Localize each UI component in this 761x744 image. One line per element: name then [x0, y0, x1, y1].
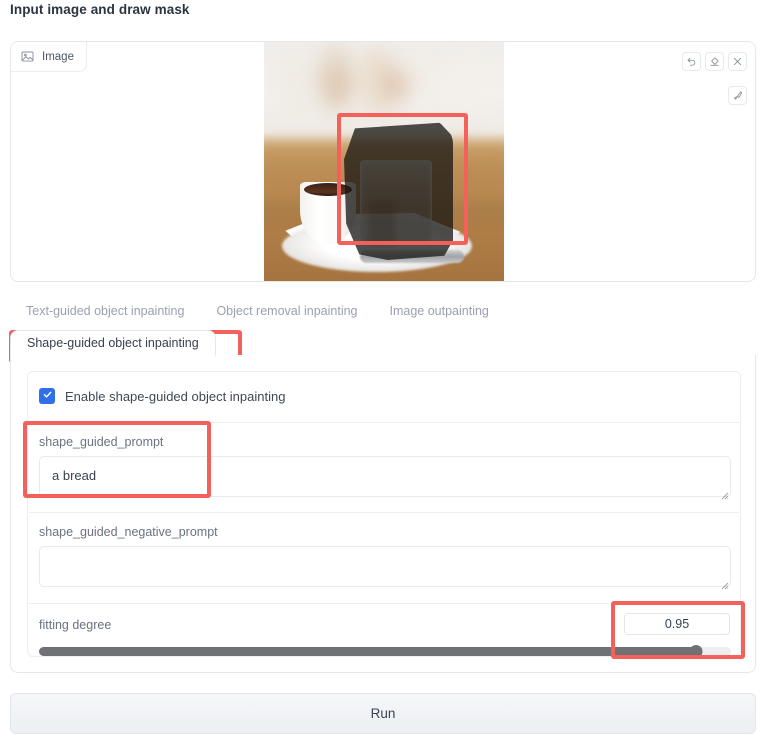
shape-guided-prompt-input[interactable] [39, 456, 731, 497]
mode-tabs-row-2: Shape-guided object inpainting [10, 330, 216, 356]
slider-thumb[interactable] [689, 645, 703, 658]
run-button[interactable]: Run [10, 693, 756, 734]
fitting-degree-slider[interactable] [39, 645, 731, 658]
tab-object-removal-inpainting[interactable]: Object removal inpainting [200, 300, 373, 322]
app-root: Input image and draw mask Image Text-gui… [0, 0, 761, 744]
tab-shape-guided-object-inpainting[interactable]: Shape-guided object inpainting [10, 330, 216, 356]
image-input-panel[interactable]: Image [10, 41, 756, 282]
undo-icon [686, 56, 697, 67]
enable-shape-guided-label: Enable shape-guided object inpainting [65, 388, 286, 404]
enable-shape-guided-row[interactable]: Enable shape-guided object inpainting [39, 383, 285, 409]
tab-text-guided-object-inpainting[interactable]: Text-guided object inpainting [10, 300, 200, 322]
undo-button[interactable] [682, 52, 701, 71]
check-icon [42, 387, 53, 405]
shape-guided-prompt-field: shape_guided_prompt [39, 435, 731, 502]
close-icon [732, 56, 743, 67]
image-toolbar [682, 52, 747, 71]
divider-1 [29, 422, 739, 423]
mode-tabs: Text-guided object inpainting Object rem… [10, 300, 756, 356]
shape-guided-prompt-label: shape_guided_prompt [39, 435, 164, 449]
image-tab-label: Image [42, 50, 74, 63]
shape-guided-negative-prompt-field: shape_guided_negative_prompt [39, 525, 731, 592]
options-card: Enable shape-guided object inpainting sh… [27, 371, 741, 658]
tab-image-outpainting[interactable]: Image outpainting [374, 300, 505, 322]
drawn-mask [344, 122, 453, 260]
image-tab[interactable]: Image [11, 42, 87, 72]
options-panel: Enable shape-guided object inpainting sh… [10, 355, 756, 673]
mode-tabs-row-1: Text-guided object inpainting Object rem… [10, 300, 505, 322]
shape-guided-negative-prompt-label: shape_guided_negative_prompt [39, 525, 218, 539]
picture-icon [21, 50, 34, 63]
shape-guided-negative-prompt-input[interactable] [39, 546, 731, 587]
fitting-degree-control: fitting degree 0.95 [39, 613, 731, 658]
brush-button[interactable] [728, 86, 747, 105]
fitting-degree-value[interactable]: 0.95 [624, 613, 730, 635]
page-title: Input image and draw mask [10, 2, 190, 17]
source-photo [264, 42, 504, 281]
brush-icon [732, 90, 743, 101]
fitting-degree-label: fitting degree [39, 618, 112, 632]
mask-canvas[interactable] [264, 42, 504, 281]
enable-shape-guided-checkbox[interactable] [39, 388, 55, 404]
slider-fill [39, 647, 697, 656]
brush-toolbar [728, 86, 747, 105]
eraser-button[interactable] [705, 52, 724, 71]
eraser-icon [709, 56, 720, 67]
divider-2 [29, 512, 739, 513]
divider-3 [29, 603, 739, 604]
close-button[interactable] [728, 52, 747, 71]
